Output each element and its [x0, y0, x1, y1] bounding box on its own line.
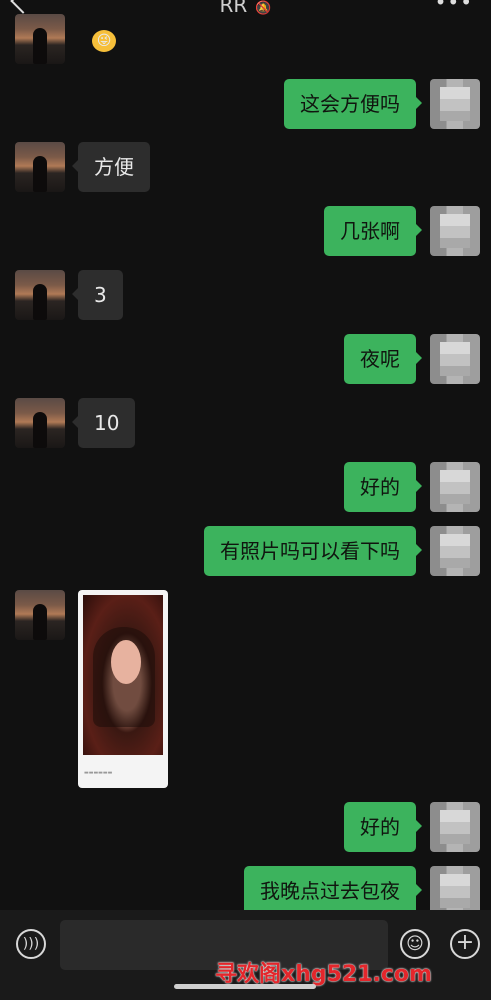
self-avatar[interactable] [430, 462, 480, 512]
message-bubble-contact[interactable]: 方便 [72, 142, 150, 192]
bell-mute-icon: 🔕 [255, 1, 272, 16]
contact-avatar[interactable] [15, 142, 65, 192]
voice-icon[interactable]: ))) [16, 929, 46, 959]
message-bubble-self[interactable]: 几张啊 [324, 206, 422, 256]
emoji-icon[interactable]: ☺ [400, 929, 430, 959]
message-bubble-self[interactable]: 好的 [344, 802, 422, 852]
photo-thumbnail [83, 595, 163, 755]
image-caption: ▬▬▬▬▬▬ [84, 770, 113, 776]
message-bubble-self[interactable]: 有照片吗可以看下吗 [204, 526, 422, 576]
message-bubble-contact[interactable]: 10 [71, 398, 136, 448]
message-bubble-self[interactable]: 好的 [344, 462, 422, 512]
message-bubble-contact[interactable]: 3 [72, 270, 123, 320]
message-bubble-self[interactable]: 夜呢 [344, 334, 422, 384]
contact-avatar[interactable] [15, 270, 65, 320]
emoji-message: 😜 [92, 30, 116, 52]
contact-avatar[interactable] [15, 590, 65, 640]
message-bubble-self[interactable]: 我晚点过去包夜 [244, 866, 422, 916]
contact-name: RR [219, 0, 248, 17]
chat-header: RR 🔕 ••• [0, 0, 491, 18]
self-avatar[interactable] [430, 802, 480, 852]
contact-avatar[interactable] [15, 398, 65, 448]
self-avatar[interactable] [430, 334, 480, 384]
self-avatar[interactable] [430, 866, 480, 916]
self-avatar[interactable] [430, 206, 480, 256]
message-bubble-self[interactable]: 这会方便吗 [284, 79, 422, 129]
chat-title: RR 🔕 [0, 0, 491, 17]
home-indicator[interactable] [174, 984, 316, 989]
more-dots-icon[interactable]: ••• [435, 0, 473, 14]
self-avatar[interactable] [430, 526, 480, 576]
contact-avatar[interactable] [15, 14, 65, 64]
self-avatar[interactable] [430, 79, 480, 129]
image-message[interactable]: ▬▬▬▬▬▬ [78, 590, 168, 788]
plus-icon[interactable]: + [450, 929, 480, 959]
